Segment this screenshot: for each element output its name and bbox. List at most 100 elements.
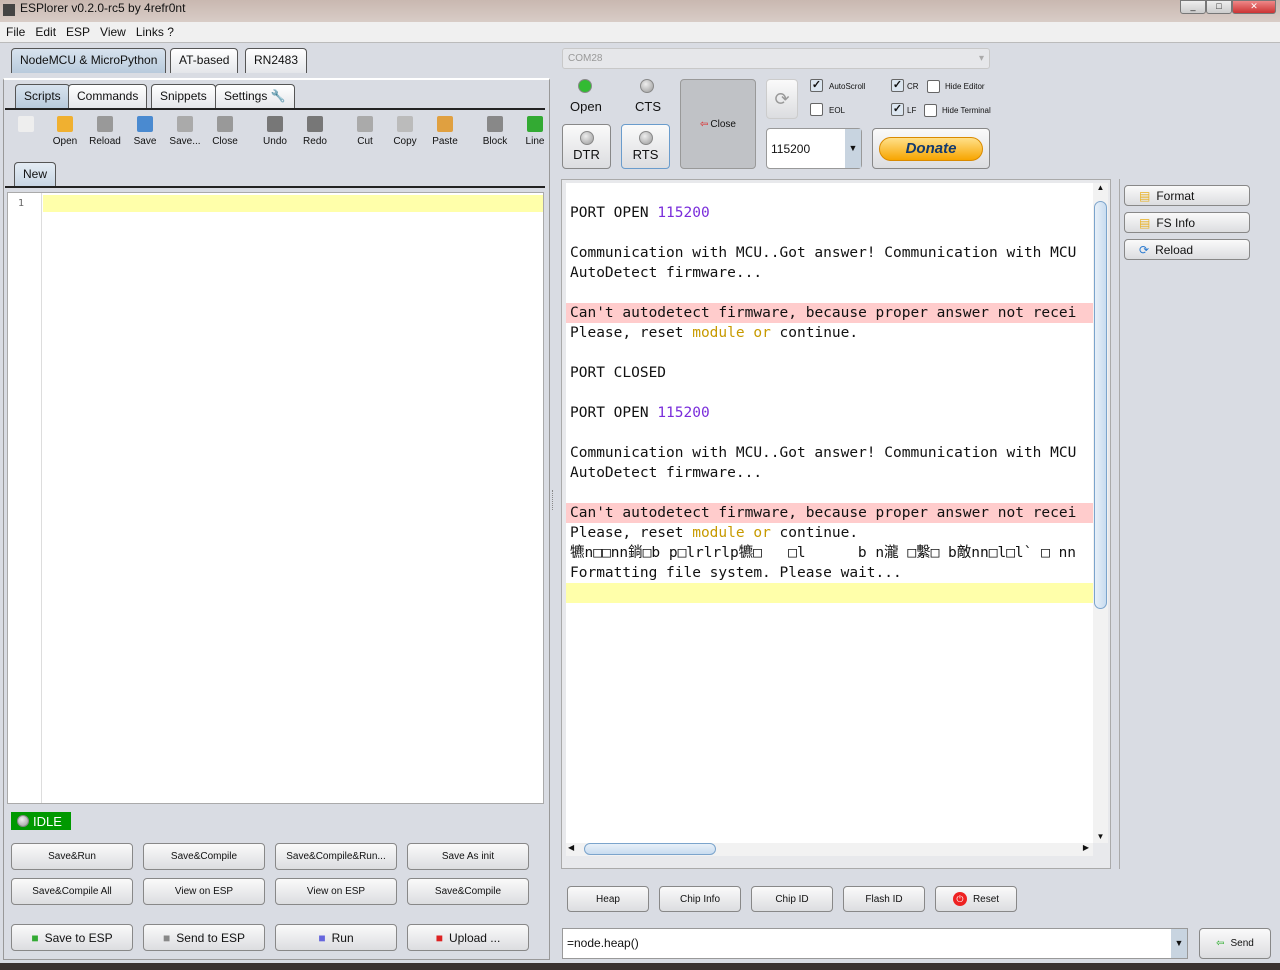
code-editor[interactable]: 1	[7, 192, 544, 804]
terminal-text: 't autodetect firmware, because proper a…	[596, 305, 1077, 321]
port-select[interactable]: COM28 ▾	[562, 48, 990, 69]
file-tab-new[interactable]: New	[14, 162, 57, 186]
toolbar-button-reload[interactable]: Reload	[85, 116, 125, 147]
fs-button-format[interactable]: ▤ Format	[1124, 185, 1250, 206]
tab-snippets[interactable]: Snippets	[151, 84, 216, 108]
script-button[interactable]: View on ESP	[275, 878, 397, 905]
donate-button[interactable]: Donate	[872, 128, 990, 169]
command-button-heap[interactable]: Heap	[567, 886, 649, 912]
play-icon: ■	[318, 930, 326, 945]
terminal-text: continue.	[770, 525, 859, 541]
command-button-chip-id[interactable]: Chip ID	[751, 886, 833, 912]
taskbar	[0, 963, 1280, 970]
scroll-right-icon[interactable]: ▶	[1083, 843, 1089, 852]
scrollbar-thumb[interactable]	[1094, 201, 1107, 609]
fs-button-fs-info[interactable]: ▤ FS Info	[1124, 212, 1250, 233]
h-scrollbar-thumb[interactable]	[584, 843, 716, 855]
minimize-button[interactable]: _	[1180, 0, 1206, 14]
chevron-down-icon: ▾	[978, 53, 984, 64]
menu-esp[interactable]: ESP	[60, 22, 94, 39]
splitter-handle[interactable]	[552, 490, 556, 510]
bottom-button-send-to-esp[interactable]: ■ Send to ESP	[143, 924, 265, 951]
terminal-text: 115200	[657, 205, 710, 221]
send-label: Send	[1230, 938, 1254, 949]
menu-edit[interactable]: Edit	[29, 22, 60, 39]
folder-open-icon	[57, 116, 73, 132]
scroll-left-icon[interactable]: ◀	[568, 843, 574, 852]
toolbar-button-open[interactable]: Open	[45, 116, 85, 147]
dtr-button[interactable]: DTR	[562, 124, 611, 169]
menu-view[interactable]: View	[94, 22, 130, 39]
current-line-highlight	[43, 195, 543, 212]
hide-terminal-label: Hide Terminal	[942, 106, 991, 115]
horizontal-scrollbar[interactable]: ◀ ▶	[566, 843, 1093, 856]
fs-button-reload[interactable]: ⟳ Reload	[1124, 239, 1250, 260]
hide-editor-checkbox[interactable]	[927, 80, 940, 93]
toolbar-button-save[interactable]: Save	[125, 116, 165, 147]
status-indicator: IDLE	[11, 812, 71, 830]
close-port-button[interactable]: ⇦ Close	[680, 79, 756, 169]
tab-scripts[interactable]: Scripts	[15, 84, 70, 108]
fs-panel	[1119, 179, 1280, 869]
toolbar-button-new[interactable]	[6, 116, 46, 136]
script-button[interactable]: View on ESP	[143, 878, 265, 905]
autoscroll-checkbox[interactable]: ✓	[810, 79, 823, 92]
eol-checkbox[interactable]	[810, 103, 823, 116]
toolbar-button-redo[interactable]: Redo	[295, 116, 335, 147]
script-button[interactable]: Save&Compile	[143, 843, 265, 870]
toolbar-button-paste[interactable]: Paste	[425, 116, 465, 147]
dtr-led-icon	[579, 131, 594, 145]
terminal-line: Can't autodetect firmware, because prope…	[566, 503, 1093, 523]
bottom-button-upload-[interactable]: ■ Upload ...	[407, 924, 529, 951]
toolbar-button-line[interactable]: Line	[515, 116, 555, 147]
command-button-flash-id[interactable]: Flash ID	[843, 886, 925, 912]
command-button-chip-info[interactable]: Chip Info	[659, 886, 741, 912]
script-button[interactable]: Save&Run	[11, 843, 133, 870]
toolbar-label: Save...	[169, 136, 201, 147]
bottom-button-label: Upload ...	[448, 930, 501, 945]
open-led-icon	[578, 79, 592, 93]
script-button[interactable]: Save As init	[407, 843, 529, 870]
terminal-text: Formatting file system. Please wait...	[570, 565, 902, 581]
command-button-label: Flash ID	[865, 893, 903, 905]
terminal-text: 犥n□□nn鋿□b p□lrlrlp犥□ □l b n瀧 □繫□ b敵nn□l□…	[570, 545, 1077, 561]
script-button[interactable]: Save&Compile	[407, 878, 529, 905]
vertical-scrollbar[interactable]: ▲ ▼	[1093, 183, 1108, 843]
lf-checkbox[interactable]: ✓	[891, 103, 904, 116]
send-button[interactable]: ⇦ Send	[1199, 928, 1271, 959]
refresh-ports-button[interactable]: ⟳	[766, 79, 798, 119]
toolbar-button-cut[interactable]: Cut	[345, 116, 385, 147]
terminal-output[interactable]: PORT OPEN 115200 Communication with MCU..…	[566, 183, 1093, 843]
terminal-text: PORT OPEN	[570, 205, 658, 221]
cr-checkbox[interactable]: ✓	[891, 79, 904, 92]
scroll-down-icon[interactable]: ▼	[1093, 832, 1108, 841]
menu-links[interactable]: Links ?	[130, 22, 178, 39]
toolbar-button-block[interactable]: Block	[475, 116, 515, 147]
command-button-reset[interactable]: ⏻ Reset	[935, 886, 1017, 912]
tab-settings[interactable]: Settings 🔧	[215, 84, 295, 108]
tab-commands[interactable]: Commands	[68, 84, 148, 108]
close-window-button[interactable]: ✕	[1232, 0, 1276, 14]
toolbar-button-undo[interactable]: Undo	[255, 116, 295, 147]
menu-file[interactable]: File	[0, 22, 29, 39]
rts-button[interactable]: RTS	[621, 124, 670, 169]
maximize-button[interactable]: □	[1206, 0, 1232, 14]
block-icon	[487, 116, 503, 132]
baud-select[interactable]: 115200 ▼	[766, 128, 862, 169]
script-button[interactable]: Save&Compile&Run...	[275, 843, 397, 870]
toolbar-button-close[interactable]: Close	[205, 116, 245, 147]
tab-rn2483[interactable]: RN2483	[245, 48, 308, 73]
eol-label: EOL	[829, 106, 846, 115]
tab-at-based[interactable]: AT-based	[170, 48, 239, 73]
command-input[interactable]: =node.heap() ▼	[562, 928, 1188, 959]
copy-icon	[397, 116, 413, 132]
hide-terminal-checkbox[interactable]	[924, 104, 937, 117]
scroll-up-icon[interactable]: ▲	[1093, 183, 1108, 192]
bottom-button-run[interactable]: ■ Run	[275, 924, 397, 951]
script-button[interactable]: Save&Compile All	[11, 878, 133, 905]
toolbar-button-copy[interactable]: Copy	[385, 116, 425, 147]
chevron-down-icon[interactable]: ▼	[1171, 929, 1187, 958]
bottom-button-save-to-esp[interactable]: ■ Save to ESP	[11, 924, 133, 951]
toolbar-button-save[interactable]: Save...	[165, 116, 205, 147]
tab-nodemcu[interactable]: NodeMCU & MicroPython	[11, 48, 167, 73]
